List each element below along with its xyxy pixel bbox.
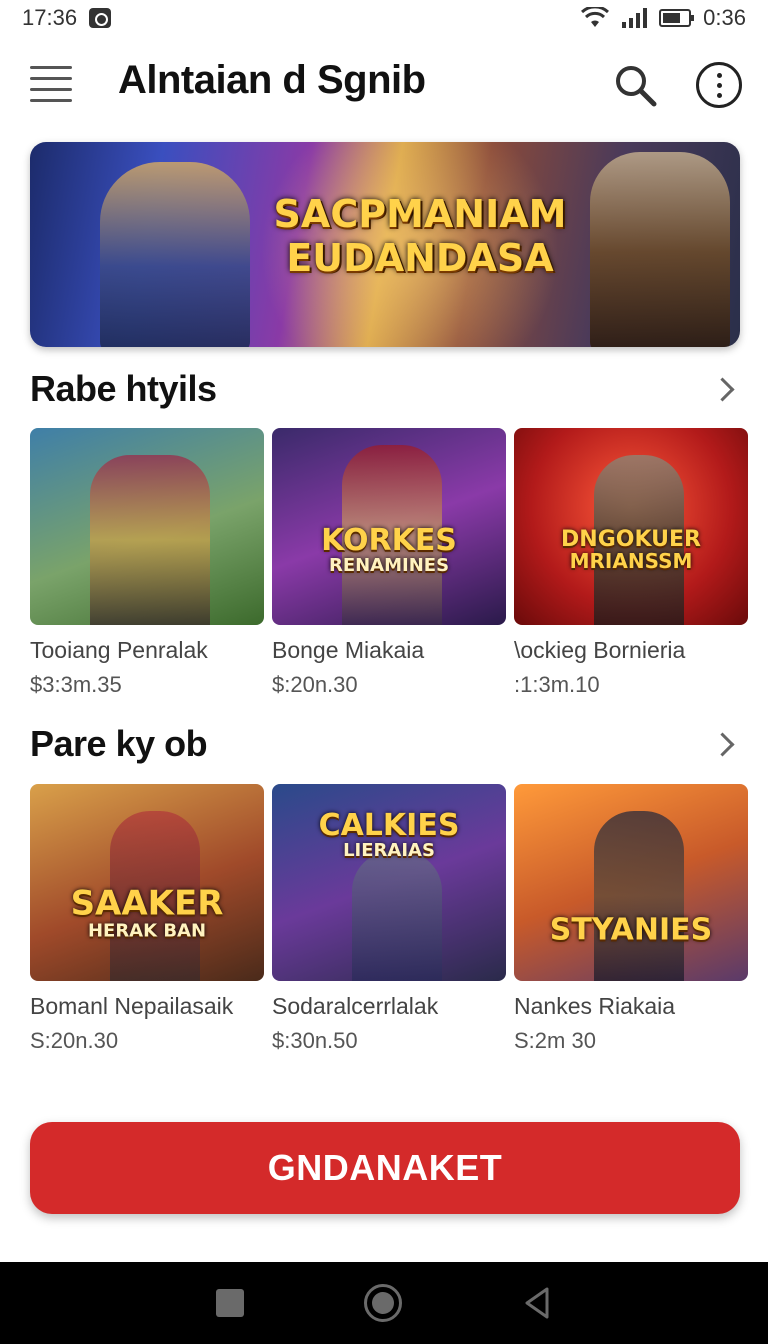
more-vert-icon[interactable] — [696, 62, 742, 108]
status-right: 0:36 — [581, 5, 746, 31]
section-header: Rabe htyils — [30, 364, 740, 414]
game-card-art-title: SAAKER HERAK BAN — [70, 883, 224, 942]
hero-banner[interactable]: SACPMANIAM EUDANDASA — [30, 142, 740, 347]
home-icon[interactable] — [364, 1284, 402, 1322]
battery-icon — [659, 9, 695, 27]
recents-icon[interactable] — [216, 1289, 244, 1317]
game-card-price: $3:3m.35 — [30, 672, 122, 697]
status-left: 17:36 — [22, 5, 112, 31]
hero-title: SACPMANIAM EUDANDASA — [230, 192, 610, 280]
game-card-name: Sodaralcerrlalak — [272, 993, 439, 1019]
game-card-art — [30, 428, 264, 625]
hero-title-line1: SACPMANIAM — [273, 192, 567, 236]
app-title: Alntaian d Sgnib — [118, 58, 426, 102]
game-card-art-title: STYANIES — [549, 912, 713, 948]
game-card-art: DNGOKUER MRIANSSM — [514, 428, 748, 625]
game-card-art-title: KORKES RENAMINES — [321, 522, 457, 576]
menu-icon[interactable] — [30, 66, 72, 102]
wifi-icon — [581, 7, 610, 27]
game-card-art: CALKIES LIERAIAS — [272, 784, 506, 981]
hero-character-right — [590, 152, 730, 347]
hero-character-left — [100, 162, 250, 347]
game-card-name: \ockieg Bornieria — [514, 637, 686, 663]
game-card-art: SAAKER HERAK BAN — [30, 784, 264, 981]
game-card-art: STYANIES — [514, 784, 748, 981]
app-bar: Alntaian d Sgnib — [0, 50, 768, 120]
system-nav-bar — [0, 1262, 768, 1344]
game-card-price: $:30n.50 — [272, 1028, 358, 1053]
card-row: SAAKER HERAK BAN Bomanl Nepailasaik S:20… — [30, 784, 748, 1054]
signal-icon — [622, 8, 648, 28]
game-card[interactable]: SAAKER HERAK BAN Bomanl Nepailasaik S:20… — [30, 784, 264, 1054]
game-card-name: Nankes Riakaia — [514, 993, 676, 1019]
chevron-right-icon[interactable] — [710, 374, 740, 404]
hero-title-line2: EUDANDASA — [286, 236, 554, 280]
game-card-price: S:20n.30 — [30, 1028, 119, 1053]
section-title: Pare ky ob — [30, 723, 208, 764]
status-clock: 0:36 — [703, 5, 746, 30]
card-row: Tooiang Penralak $3:3m.35 KORKES RENAMIN… — [30, 428, 748, 698]
game-card-art-title: CALKIES LIERAIAS — [318, 808, 460, 861]
game-card[interactable]: Tooiang Penralak $3:3m.35 — [30, 428, 264, 698]
back-icon[interactable] — [522, 1286, 552, 1320]
section-header: Pare ky ob — [30, 719, 740, 769]
game-card-name: Tooiang Penralak — [30, 637, 208, 663]
game-card-price: $:20n.30 — [272, 672, 358, 697]
primary-cta-button[interactable]: GNDANAKET — [30, 1122, 740, 1214]
game-card-price: S:2m 30 — [514, 1028, 596, 1053]
game-card[interactable]: KORKES RENAMINES Bonge Miakaia $:20n.30 — [272, 428, 506, 698]
game-card[interactable]: DNGOKUER MRIANSSM \ockieg Bornieria :1:3… — [514, 428, 748, 698]
game-card-art: KORKES RENAMINES — [272, 428, 506, 625]
game-card-price: :1:3m.10 — [514, 672, 600, 697]
game-card-name: Bomanl Nepailasaik — [30, 993, 234, 1019]
section-title: Rabe htyils — [30, 368, 217, 409]
search-icon[interactable] — [612, 62, 658, 108]
game-card[interactable]: CALKIES LIERAIAS Sodaralcerrlalak $:30n.… — [272, 784, 506, 1054]
status-time: 17:36 — [22, 5, 78, 30]
game-card-name: Bonge Miakaia — [272, 637, 425, 663]
notification-app-icon — [89, 8, 112, 28]
chevron-right-icon[interactable] — [710, 729, 740, 759]
game-card-art-title: DNGOKUER MRIANSSM — [561, 527, 701, 574]
status-bar: 17:36 0:36 — [0, 0, 768, 36]
game-card[interactable]: STYANIES Nankes Riakaia S:2m 30 — [514, 784, 748, 1054]
